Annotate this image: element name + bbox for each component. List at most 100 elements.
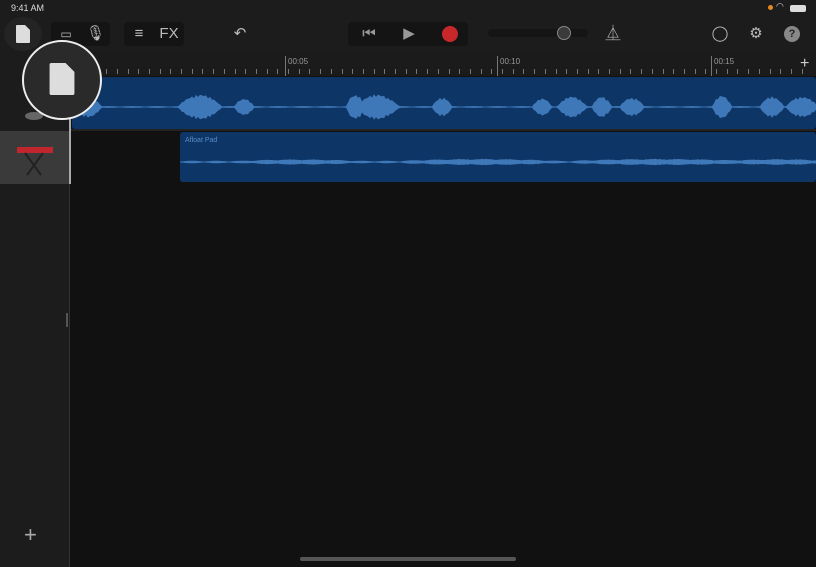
ruler-tick xyxy=(534,69,536,74)
callout-my-songs xyxy=(22,40,102,120)
ruler-tick xyxy=(576,69,578,74)
ruler-tick xyxy=(138,69,140,74)
ruler-tick xyxy=(790,69,792,74)
add-section-button[interactable]: + xyxy=(800,55,809,73)
ruler-tick xyxy=(106,69,108,74)
ruler-tick xyxy=(234,69,236,74)
ruler-tick xyxy=(683,69,685,74)
ruler-tick xyxy=(437,69,439,74)
track-divider xyxy=(70,129,816,131)
ruler-tick xyxy=(780,69,782,74)
status-time: 9:41 AM xyxy=(11,3,45,13)
play-icon[interactable]: ▶︎ xyxy=(392,22,426,46)
wifi-icon: ◠ xyxy=(776,1,784,11)
mix-group: ≡ FX xyxy=(124,22,184,46)
ruler-tick xyxy=(405,69,407,74)
ruler-tick xyxy=(148,69,150,74)
microphone-icon[interactable]: 🎙︎ xyxy=(81,22,110,46)
ruler-tick xyxy=(255,69,257,74)
ruler-tick xyxy=(277,69,279,74)
ruler-tick xyxy=(716,69,717,74)
loop-icon[interactable]: ◯ xyxy=(708,22,732,46)
waveform xyxy=(180,158,816,166)
ruler-tick xyxy=(523,69,525,74)
ruler-major-tick xyxy=(497,56,498,76)
ruler-tick xyxy=(502,69,503,74)
ruler-tick xyxy=(320,69,322,74)
ruler-label: 00:10 xyxy=(500,57,521,66)
ruler-tick xyxy=(758,69,760,74)
ruler-tick xyxy=(662,69,664,74)
ruler-tick xyxy=(459,69,461,74)
settings-icon[interactable]: ⚙ xyxy=(744,22,768,46)
record-button[interactable] xyxy=(442,26,458,42)
ruler-tick xyxy=(127,69,129,74)
status-bar: 9:41 AM ◠ xyxy=(0,0,816,16)
ruler-tick xyxy=(555,69,557,74)
ruler-tick xyxy=(266,69,268,74)
ruler-tick xyxy=(566,69,568,74)
fx-button[interactable]: FX xyxy=(154,22,184,46)
undo-icon[interactable]: ↶ xyxy=(228,22,252,46)
ruler-tick xyxy=(384,69,386,74)
ruler-tick xyxy=(191,69,193,74)
ruler-tick xyxy=(694,69,696,74)
battery-icon xyxy=(790,5,806,12)
ruler-tick xyxy=(726,69,728,74)
ruler-tick xyxy=(373,69,375,74)
ruler-tick xyxy=(170,69,172,74)
ruler-tick xyxy=(202,69,204,74)
ruler-tick xyxy=(288,69,289,74)
timeline-ruler[interactable]: 00:05 00:10 00:15 xyxy=(70,52,816,76)
ruler-tick xyxy=(352,69,354,74)
ruler-tick xyxy=(737,69,739,74)
ruler-tick xyxy=(491,69,493,74)
ruler-label: 00:15 xyxy=(714,57,735,66)
ruler-label: 00:05 xyxy=(288,57,309,66)
track-header-keyboard[interactable] xyxy=(0,131,70,184)
metronome-icon[interactable]: ⏅ xyxy=(601,22,625,46)
mixer-sliders-icon[interactable]: ≡ xyxy=(124,22,154,46)
ruler-tick xyxy=(480,69,482,74)
keyboard-icon xyxy=(17,147,53,176)
ruler-tick xyxy=(223,69,225,74)
track-headers: + xyxy=(0,52,70,567)
ruler-tick xyxy=(673,69,675,74)
my-songs-button[interactable] xyxy=(4,17,42,51)
transport-group: ⏮︎ ▶︎ xyxy=(348,22,468,46)
ruler-tick xyxy=(651,69,653,74)
ruler-tick xyxy=(469,69,471,74)
ruler-tick xyxy=(630,69,632,74)
master-volume-slider[interactable] xyxy=(488,26,588,40)
add-track-button[interactable]: + xyxy=(24,522,37,548)
recording-indicator-icon xyxy=(768,5,773,10)
ruler-tick xyxy=(159,69,161,74)
ruler-tick xyxy=(609,69,610,74)
ruler-tick xyxy=(330,69,332,74)
ruler-tick xyxy=(587,69,589,74)
ruler-tick xyxy=(181,69,182,74)
ruler-tick xyxy=(512,69,514,74)
ruler-tick xyxy=(309,69,311,74)
go-to-start-icon[interactable]: ⏮︎ xyxy=(352,22,386,46)
document-icon xyxy=(49,63,75,95)
audio-region-1[interactable] xyxy=(72,77,816,129)
ruler-tick xyxy=(748,69,750,74)
ruler-major-tick xyxy=(285,56,286,76)
home-indicator xyxy=(300,557,516,561)
ruler-tick xyxy=(116,69,118,74)
ruler-tick xyxy=(427,69,429,74)
ruler-tick xyxy=(298,69,300,74)
waveform xyxy=(72,94,816,120)
ruler-tick xyxy=(416,69,418,74)
resize-handle[interactable] xyxy=(66,313,68,327)
volume-knob[interactable] xyxy=(557,26,571,40)
ruler-tick xyxy=(362,69,364,74)
document-icon xyxy=(16,25,30,43)
ruler-tick xyxy=(448,69,450,74)
ruler-tick xyxy=(769,69,771,74)
ruler-tick xyxy=(619,69,621,74)
audio-region-2[interactable]: Afloat Pad xyxy=(180,132,816,182)
ruler-tick xyxy=(705,69,707,74)
help-icon[interactable]: ? xyxy=(784,26,800,42)
